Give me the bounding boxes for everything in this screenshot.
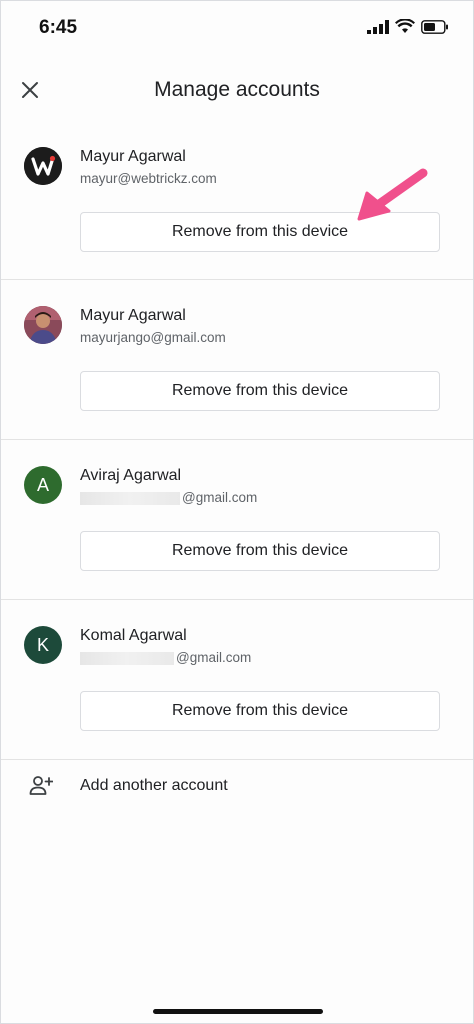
email-domain: @gmail.com	[182, 490, 258, 505]
add-account-label: Add another account	[80, 777, 228, 794]
manage-accounts-screen: 6:45 Manage accounts Mayur Agarwal mayur…	[0, 0, 474, 1024]
status-icons	[367, 19, 449, 34]
account-name: Komal Agarwal	[80, 627, 187, 644]
account-card: K Komal Agarwal @gmail.com Remove from t…	[1, 600, 473, 760]
avatar: K	[24, 626, 62, 664]
add-another-account-button[interactable]: Add another account	[1, 759, 473, 815]
webtrickz-logo-icon	[24, 147, 62, 185]
pointer-arrow-annotation	[357, 168, 428, 221]
remove-account-button[interactable]: Remove from this device	[80, 371, 440, 411]
account-email: @gmail.com	[80, 490, 257, 505]
account-card: A Aviraj Agarwal @gmail.com Remove from …	[1, 440, 473, 600]
avatar	[24, 147, 62, 185]
wifi-icon	[395, 19, 415, 33]
account-email: mayurjango@gmail.com	[80, 330, 226, 345]
page-title: Manage accounts	[154, 78, 320, 101]
remove-account-button[interactable]: Remove from this device	[80, 691, 440, 731]
profile-photo-icon	[24, 306, 62, 344]
account-email: @gmail.com	[80, 650, 251, 665]
remove-account-button[interactable]: Remove from this device	[80, 531, 440, 571]
avatar: A	[24, 466, 62, 504]
avatar-letter: K	[36, 634, 49, 655]
account-name: Aviraj Agarwal	[80, 467, 182, 484]
redacted-email-blur	[80, 651, 174, 665]
account-name: Mayur Agarwal	[80, 307, 186, 324]
status-time: 6:45	[39, 17, 78, 38]
person-add-icon	[29, 776, 53, 795]
avatar-letter: A	[36, 474, 49, 495]
account-email: mayur@webtrickz.com	[80, 171, 217, 186]
redacted-email-blur	[80, 491, 180, 505]
avatar	[24, 306, 62, 344]
email-domain: @gmail.com	[176, 650, 252, 665]
account-name: Mayur Agarwal	[80, 148, 186, 165]
account-card: Mayur Agarwal mayurjango@gmail.com Remov…	[1, 280, 473, 440]
app-header: Manage accounts	[1, 61, 473, 121]
status-bar: 6:45	[1, 1, 473, 61]
signal-icon	[367, 19, 389, 34]
battery-icon	[421, 19, 448, 34]
home-indicator	[153, 1009, 323, 1014]
